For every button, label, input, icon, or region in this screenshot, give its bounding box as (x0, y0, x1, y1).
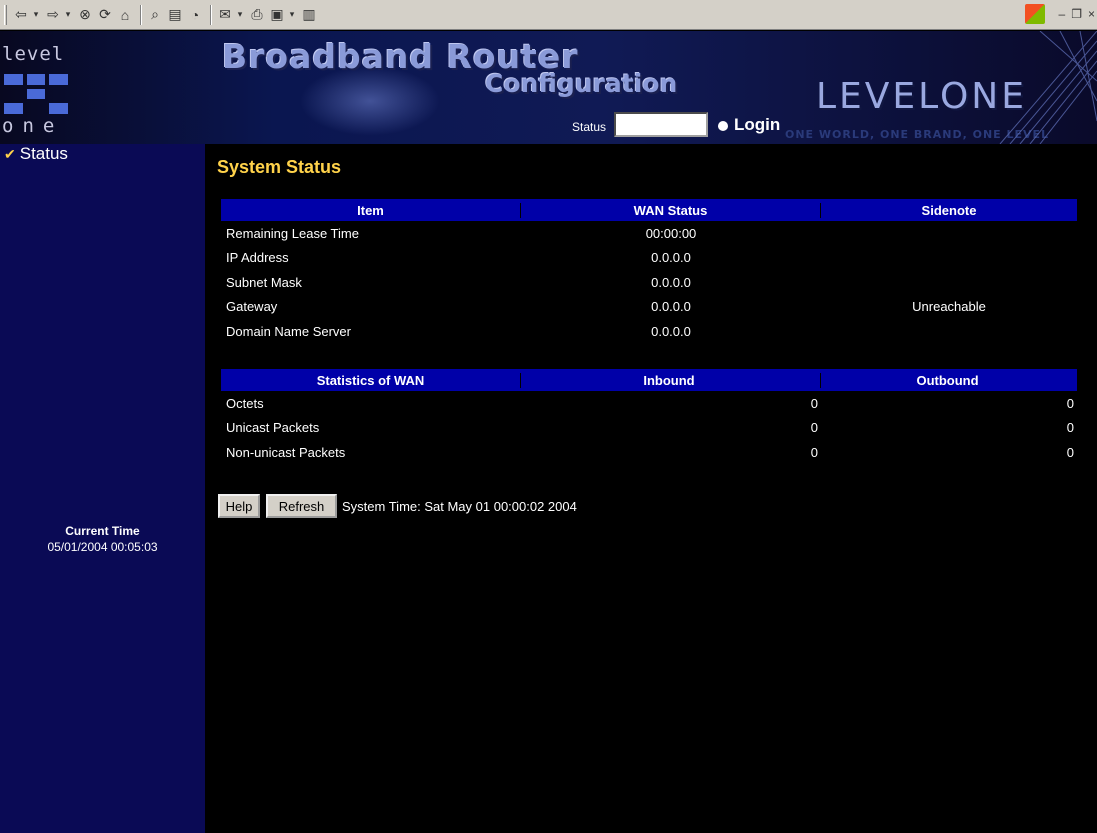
column-header: Item (221, 202, 521, 218)
column-header: Statistics of WAN (221, 372, 521, 388)
login-radio[interactable] (718, 121, 728, 131)
search-icon[interactable]: ⌕ (146, 4, 164, 26)
table-row: Remaining Lease Time 00:00:00 (221, 221, 1077, 246)
page-title: System Status (217, 157, 342, 177)
header-subtitle: Configuration (485, 69, 678, 98)
forward-icon[interactable]: ⇨ (44, 4, 62, 26)
logo-one-text: one (2, 115, 64, 137)
table-cell: 0 (810, 444, 818, 460)
table-cell: 00:00:00 (645, 225, 697, 241)
back-dropdown-icon[interactable]: ▾ (32, 4, 40, 26)
table-cell: Unreachable (912, 299, 986, 315)
discuss-icon[interactable]: ▥ (300, 4, 318, 26)
restore-icon[interactable]: ❐ (1071, 7, 1082, 21)
table-row: IP Address 0.0.0.0 (221, 246, 1077, 271)
table-cell: IP Address (226, 250, 289, 266)
windows-logo-icon (1024, 4, 1045, 24)
levelone-logo: level one (0, 31, 80, 144)
table-cell: 0 (1066, 420, 1074, 436)
table-cell: 0.0.0.0 (651, 323, 691, 339)
router-header: level one Broadband Router Configuration… (0, 31, 1097, 144)
favorites-icon[interactable]: ▤ (166, 4, 184, 26)
table-cell: Octets (226, 395, 264, 411)
table-cell: 0.0.0.0 (651, 250, 691, 266)
print-icon[interactable]: ⎙ (248, 4, 266, 26)
table-cell: Remaining Lease Time (226, 225, 359, 241)
table-cell: 0 (1066, 444, 1074, 460)
toolbar-separator (140, 4, 142, 25)
table-cell: Non-unicast Packets (226, 444, 346, 460)
table-cell: Domain Name Server (226, 323, 351, 339)
table-row: Non-unicast Packets 0 0 (221, 440, 1077, 465)
sidebar: ✔ Status Current Time 05/01/2004 00:05:0… (0, 144, 205, 833)
table-cell: 0.0.0.0 (651, 299, 691, 315)
table-row: Gateway 0.0.0.0 Unreachable (221, 295, 1077, 320)
forward-dropdown-icon[interactable]: ▾ (64, 4, 72, 26)
table-cell: Gateway (226, 299, 278, 315)
table-row: Subnet Mask 0.0.0.0 (221, 270, 1077, 295)
mail-icon[interactable]: ✉ (216, 4, 234, 26)
table-header: Statistics of WAN Inbound Outbound (221, 369, 1077, 391)
table-cell: Unicast Packets (226, 420, 320, 436)
wan-statistics-table: Statistics of WAN Inbound Outbound Octet… (221, 369, 1077, 465)
decorative-lines (999, 31, 1097, 144)
refresh-button[interactable]: Refresh (266, 494, 337, 518)
table-row: Unicast Packets 0 0 (221, 416, 1077, 441)
refresh-icon[interactable]: ⟳ (96, 4, 114, 26)
history-icon[interactable]: ◔ (186, 4, 204, 26)
mail-dropdown-icon[interactable]: ▾ (236, 4, 244, 26)
browser-toolbar: ⇦ ▾ ⇨ ▾ ⊗ ⟳ ⌂ ⌕ ▤ ◔ ✉ ▾ ⎙ ▣ ▾ ▥ – ❐ × (0, 0, 1097, 30)
table-cell: 0 (810, 420, 818, 436)
stop-icon[interactable]: ⊗ (76, 4, 94, 26)
edit-icon[interactable]: ▣ (268, 4, 286, 26)
toolbar-grip (4, 4, 7, 25)
table-cell: 0 (810, 395, 818, 411)
current-time-value: 05/01/2004 00:05:03 (47, 540, 158, 554)
help-button[interactable]: Help (218, 494, 260, 518)
current-time-title: Current Time (65, 524, 140, 538)
header-glow (300, 66, 440, 136)
toolbar-separator (210, 4, 212, 25)
window-controls: – ❐ × (1024, 4, 1095, 24)
column-header: Outbound (916, 372, 979, 388)
table-cell: 0.0.0.0 (651, 274, 691, 290)
login-link[interactable]: Login (734, 115, 780, 135)
column-header: Inbound (521, 372, 821, 388)
sidebar-item-label: Status (19, 144, 68, 163)
edit-dropdown-icon[interactable]: ▾ (288, 4, 296, 26)
table-row: Octets 0 0 (221, 391, 1077, 416)
column-header: Sidenote (921, 202, 977, 218)
logo-grid-icon (4, 74, 68, 114)
close-icon[interactable]: × (1088, 7, 1095, 21)
table-header: Item WAN Status Sidenote (221, 199, 1077, 221)
wan-status-table: Item WAN Status Sidenote Remaining Lease… (221, 199, 1077, 344)
main-content: System Status Item WAN Status Sidenote R… (205, 144, 1097, 833)
status-field-label: Status (572, 120, 607, 134)
table-row: Domain Name Server 0.0.0.0 (221, 319, 1077, 344)
system-time: System Time: Sat May 01 00:00:02 2004 (342, 499, 577, 514)
table-cell: Subnet Mask (226, 274, 302, 290)
home-icon[interactable]: ⌂ (116, 4, 134, 26)
back-icon[interactable]: ⇦ (12, 4, 30, 26)
minimize-icon[interactable]: – (1059, 7, 1066, 21)
logo-level-text: level (2, 43, 65, 65)
checkmark-icon: ✔ (4, 145, 16, 162)
table-cell: 0 (1066, 395, 1074, 411)
status-input[interactable] (614, 112, 708, 137)
column-header: WAN Status (521, 202, 821, 218)
sidebar-item-status[interactable]: ✔ Status (4, 144, 68, 164)
